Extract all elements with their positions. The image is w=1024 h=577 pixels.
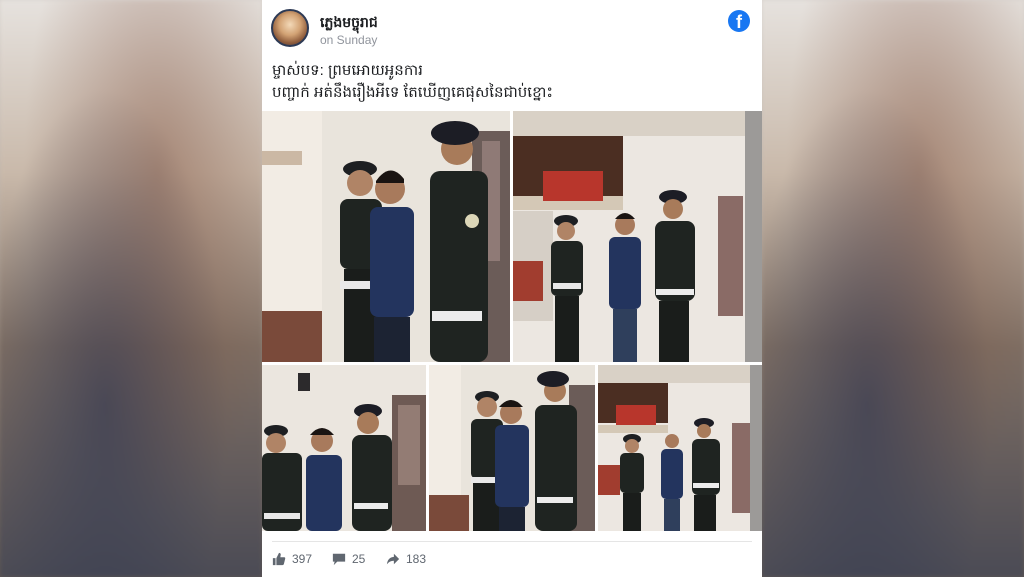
post-photo-3[interactable] [262, 365, 426, 531]
facebook-post-card: ភ្លេងមច្ចុរាជ on Sunday f ម្ចាស់បទ: ព្រម… [262, 0, 762, 577]
post-text: ម្ចាស់បទ: ព្រមអោយអូនការ បញ្ចាក់ អត់នឹងរឿ… [272, 60, 752, 104]
like-count-button[interactable]: 397 [272, 552, 312, 566]
share-arrow-icon [386, 553, 400, 565]
share-count: 183 [406, 552, 427, 566]
post-photo-4[interactable] [429, 365, 595, 531]
post-photo-2[interactable] [513, 111, 762, 362]
facebook-logo-icon[interactable]: f [728, 10, 750, 32]
comment-count-button[interactable]: 25 [332, 552, 365, 566]
comment-icon [332, 553, 346, 566]
thumbs-up-icon [272, 552, 286, 566]
blurred-background-left [0, 0, 262, 577]
post-text-line-1: ម្ចាស់បទ: ព្រមអោយអូនការ [272, 62, 423, 79]
post-header: ភ្លេងមច្ចុរាជ on Sunday f [262, 0, 762, 56]
share-count-button[interactable]: 183 [386, 552, 426, 566]
comment-count: 25 [352, 552, 366, 566]
post-photo-5[interactable] [598, 365, 762, 531]
actions-divider [272, 541, 752, 542]
author-name[interactable]: ភ្លេងមច្ចុរាជ [320, 13, 378, 34]
author-avatar[interactable] [271, 9, 309, 47]
post-photo-1[interactable] [262, 111, 510, 362]
like-count: 397 [292, 552, 313, 566]
post-timestamp[interactable]: on Sunday [320, 33, 377, 47]
post-text-line-2: បញ្ចាក់ អត់នឹងរឿងអីទេ តែឃើញគេផុសនៃជាប់ខ្… [272, 84, 553, 101]
blurred-background-right [762, 0, 1024, 577]
